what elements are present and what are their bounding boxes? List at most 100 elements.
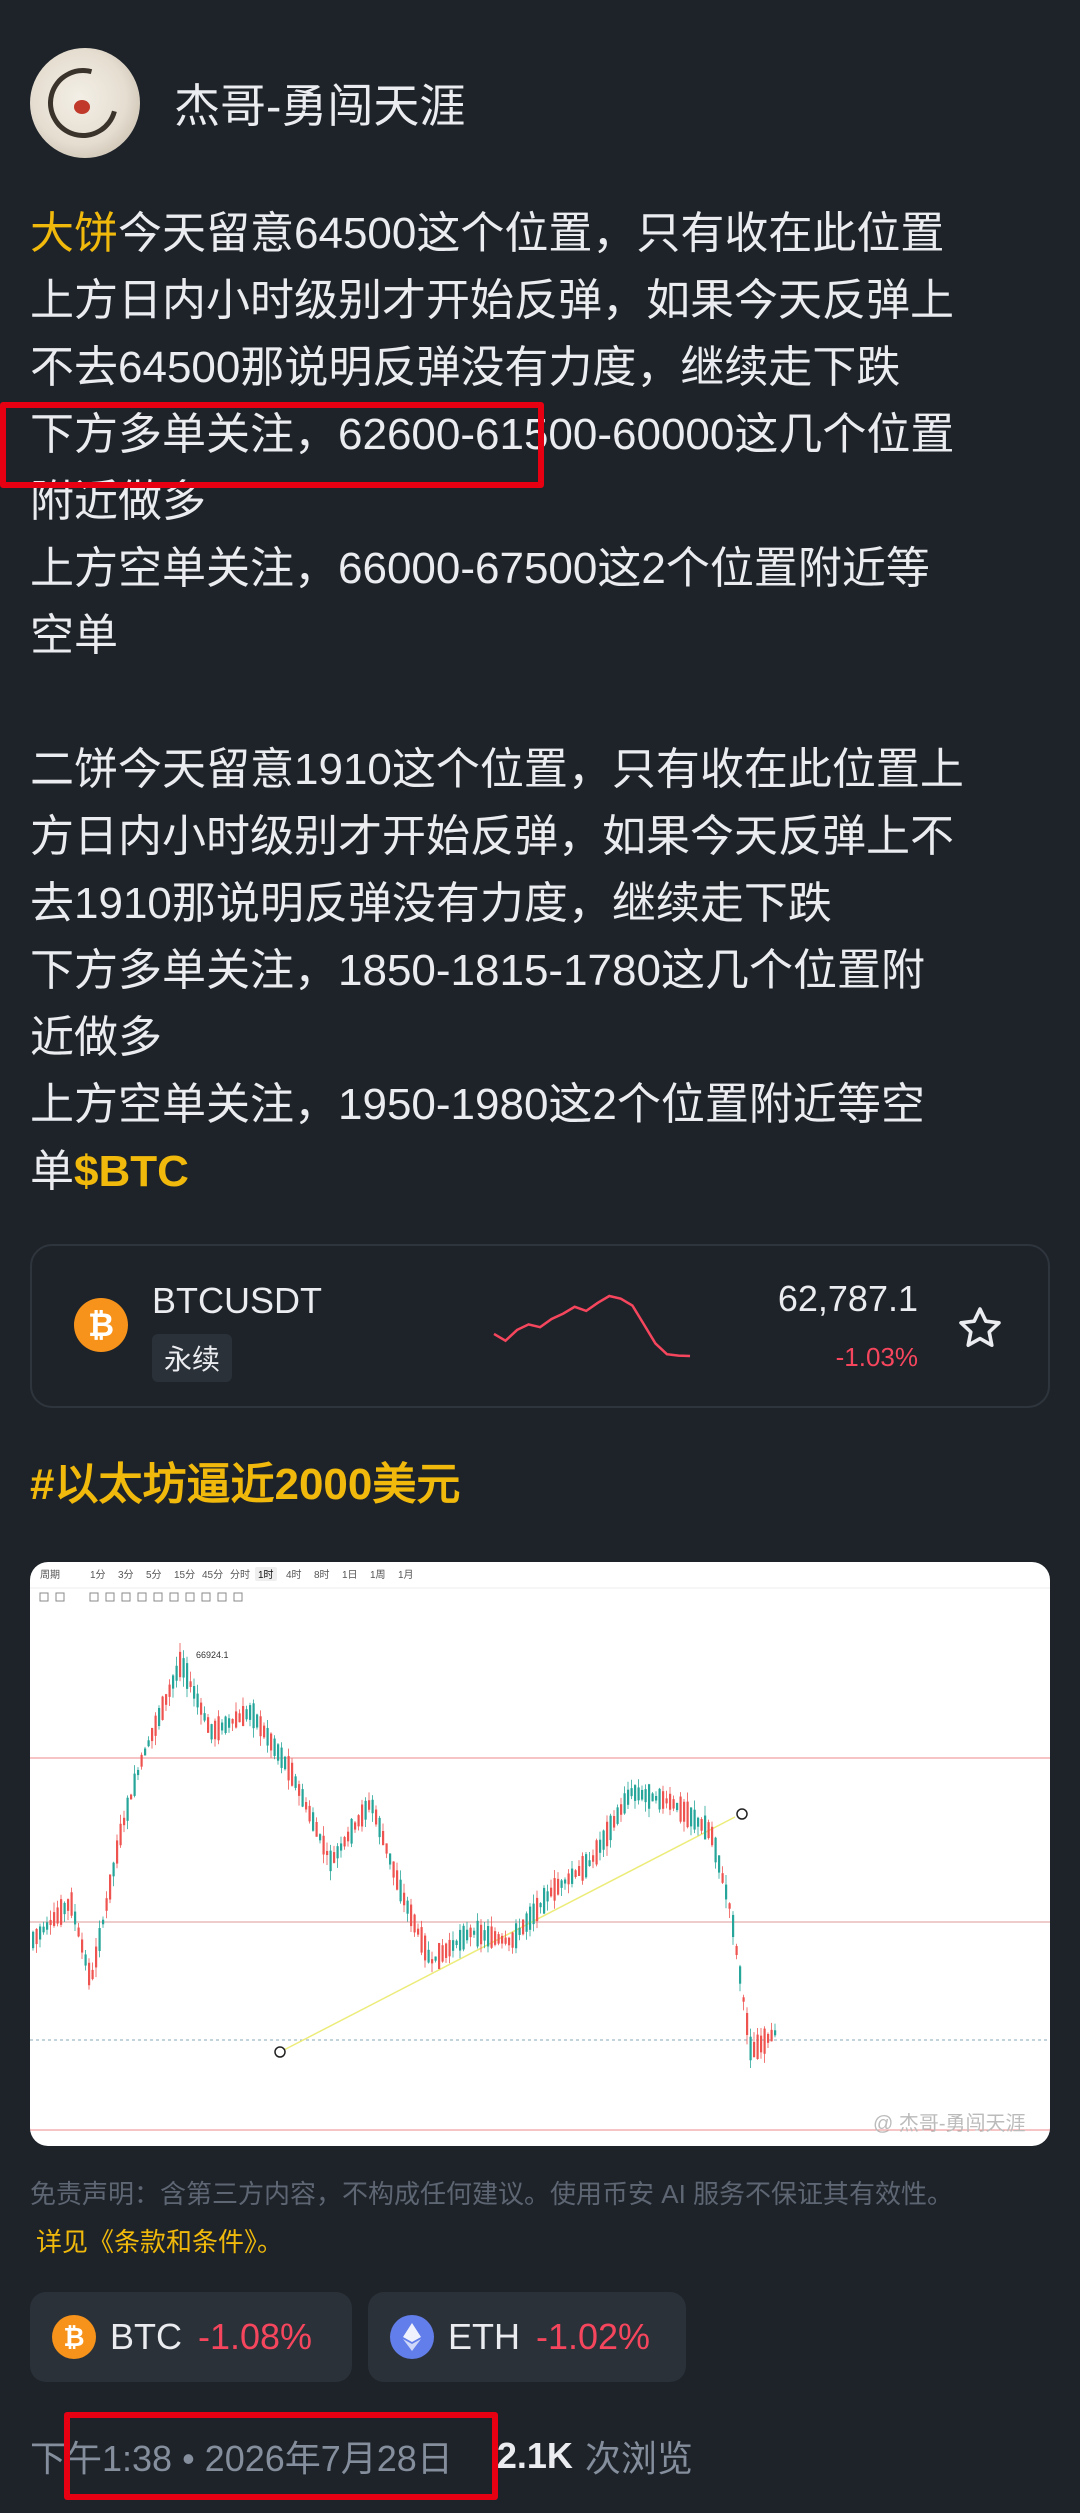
candle-body bbox=[693, 1809, 696, 1830]
candle-body bbox=[53, 1912, 56, 1926]
candle-body bbox=[196, 1693, 199, 1708]
candle-body bbox=[641, 1789, 644, 1800]
terms-link[interactable]: 详见《条款和条件》。 bbox=[30, 2218, 1060, 2266]
candle-body bbox=[133, 1773, 136, 1796]
timeframe-tab: 15分 bbox=[174, 1569, 195, 1581]
candle-body bbox=[592, 1855, 595, 1862]
sparkline bbox=[493, 1294, 691, 1358]
candle-body bbox=[39, 1926, 42, 1940]
star-icon[interactable] bbox=[956, 1304, 1004, 1352]
candle-body bbox=[711, 1826, 714, 1846]
candle-body bbox=[686, 1801, 689, 1828]
ethereum-icon bbox=[390, 2315, 434, 2359]
candle-body bbox=[189, 1681, 192, 1687]
candle-body bbox=[560, 1880, 563, 1888]
candle-body bbox=[231, 1718, 234, 1724]
candle-body bbox=[567, 1873, 570, 1885]
candle-body bbox=[203, 1713, 206, 1721]
candle-body bbox=[728, 1903, 731, 1909]
candle-body bbox=[161, 1696, 164, 1720]
candle-body bbox=[340, 1843, 343, 1851]
candle-body bbox=[497, 1934, 500, 1944]
hashtag-link[interactable]: 大饼 bbox=[30, 209, 118, 258]
views-label: 次浏览 bbox=[584, 2438, 693, 2479]
coin-change: -1.02% bbox=[536, 2316, 651, 2357]
post-line: 二饼今天留意1910这个位置，只有收在此位置上 bbox=[30, 745, 964, 794]
timeframe-tab: 4时 bbox=[286, 1569, 302, 1581]
timeframe-tab: 45分 bbox=[202, 1569, 223, 1581]
candle-body bbox=[434, 1956, 437, 1961]
post-line: 去1910那说明反弹没有力度，继续走下跌 bbox=[30, 879, 832, 928]
candle-body bbox=[228, 1718, 231, 1728]
candle-body bbox=[46, 1922, 49, 1930]
candle-body bbox=[287, 1756, 290, 1781]
author-name[interactable]: 杰哥-勇闯天涯 bbox=[174, 70, 465, 136]
candle-body bbox=[200, 1702, 203, 1715]
candle-body bbox=[679, 1796, 682, 1822]
candle-body bbox=[620, 1804, 623, 1815]
candle-body bbox=[721, 1873, 724, 1883]
ticker-price: 62,787.1 bbox=[777, 1278, 918, 1319]
cashtag-link[interactable]: $BTC bbox=[74, 1147, 189, 1196]
hashtag-link[interactable]: #以太坊逼近2000美元 bbox=[30, 1448, 460, 1512]
candle-body bbox=[221, 1722, 224, 1731]
candle-body bbox=[651, 1793, 654, 1802]
candle-body bbox=[172, 1675, 175, 1689]
candle-body bbox=[270, 1733, 273, 1751]
candle-body bbox=[392, 1861, 395, 1878]
candle-body bbox=[182, 1658, 185, 1678]
candle-body bbox=[578, 1866, 581, 1876]
candle-body bbox=[273, 1738, 276, 1756]
candle-body bbox=[774, 2030, 777, 2036]
sparkline-line bbox=[493, 1294, 691, 1358]
candle-body bbox=[403, 1892, 406, 1906]
timeframe-tab: 1月 bbox=[398, 1569, 414, 1581]
candle-body bbox=[343, 1837, 346, 1847]
candle-body bbox=[151, 1727, 154, 1742]
candle-body bbox=[305, 1802, 308, 1810]
avatar[interactable] bbox=[30, 48, 140, 158]
candle-body bbox=[347, 1831, 350, 1842]
candle-body bbox=[382, 1831, 385, 1845]
candle-body bbox=[756, 2034, 759, 2060]
candle-body bbox=[522, 1919, 525, 1935]
candle-body bbox=[350, 1818, 353, 1844]
chart-screenshot[interactable]: 周期 1分 3分 5分 15分 45分 分时 1时 4时 8时 1日 1周 1月 66924.1 @ … bbox=[30, 1562, 1050, 2146]
candle-body bbox=[627, 1789, 630, 1805]
candle-body bbox=[469, 1927, 472, 1938]
candle-body bbox=[109, 1874, 112, 1900]
candle-body bbox=[550, 1887, 553, 1897]
candle-body bbox=[441, 1945, 444, 1962]
candle-body bbox=[483, 1930, 486, 1941]
coin-pill-eth[interactable]: ETH -1.02% bbox=[368, 2292, 686, 2382]
candle-body bbox=[98, 1928, 101, 1951]
candle-body bbox=[690, 1807, 693, 1827]
candle-body bbox=[518, 1927, 521, 1935]
candle-body bbox=[473, 1930, 476, 1935]
candle-body bbox=[760, 2035, 763, 2053]
candle-body bbox=[312, 1812, 315, 1831]
candle-body bbox=[77, 1927, 80, 1937]
candle-body bbox=[333, 1852, 336, 1863]
candle-body bbox=[116, 1840, 119, 1864]
post-line: 方日内小时级别才开始反弹，如果今天反弹上不 bbox=[30, 812, 954, 861]
candle-body bbox=[126, 1797, 129, 1821]
candle-body bbox=[361, 1804, 364, 1827]
candle-body bbox=[410, 1904, 413, 1927]
chart-toolbar: 周期 1分 3分 5分 15分 45分 分时 1时 4时 8时 1日 1周 1月 bbox=[30, 1567, 1050, 1602]
candle-body bbox=[158, 1707, 161, 1727]
candle-body bbox=[70, 1892, 73, 1916]
candle-body bbox=[487, 1926, 490, 1947]
disclaimer: 免责声明：含第三方内容，不构成任何建议。使用币安 AI 服务不保证其有效性。 详… bbox=[30, 2170, 1060, 2266]
candle-body bbox=[319, 1834, 322, 1841]
candle-body bbox=[672, 1799, 675, 1809]
candle-body bbox=[67, 1899, 70, 1911]
ticker-card[interactable]: ₿ BTCUSDT 永续 62,787.1 -1.03% bbox=[30, 1244, 1050, 1408]
candle-body bbox=[602, 1830, 605, 1850]
candle-body bbox=[242, 1705, 245, 1727]
timeframe-tab: 分时 bbox=[230, 1569, 250, 1581]
highlight-box bbox=[64, 2412, 498, 2500]
coin-pill-btc[interactable]: ₿ BTC -1.08% bbox=[30, 2292, 352, 2382]
candle-body bbox=[298, 1784, 301, 1796]
candle-body bbox=[186, 1663, 189, 1689]
